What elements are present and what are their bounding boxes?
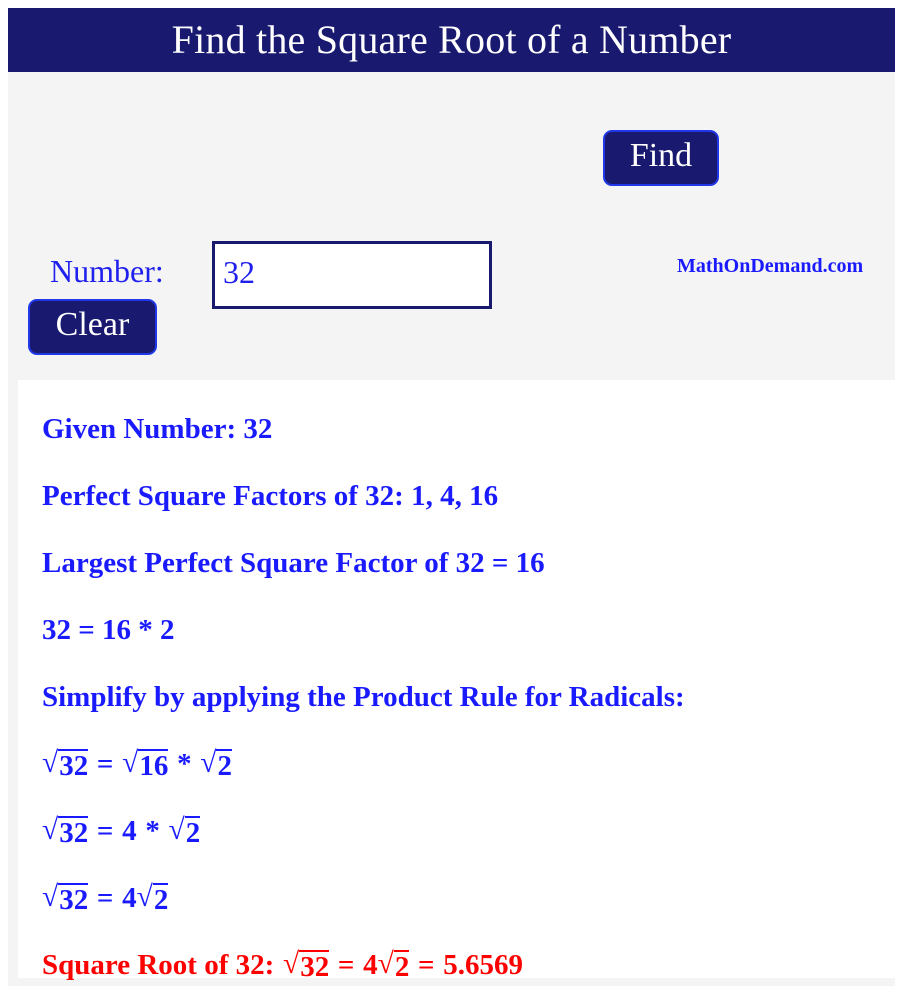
equals-sign: = — [96, 815, 114, 847]
radical-expression: √ 32 — [42, 814, 89, 849]
radicand: 2 — [393, 950, 410, 983]
page-title: Find the Square Root of a Number — [171, 17, 732, 62]
clear-button[interactable]: Clear — [28, 299, 157, 355]
find-button[interactable]: Find — [603, 130, 719, 186]
equals-sign: = — [418, 949, 435, 981]
input-form: Number: — [0, 118, 913, 309]
radical-expression: √ 32 — [42, 747, 89, 782]
result-simplify-note: Simplify by applying the Product Rule fo… — [42, 681, 685, 713]
result-perfect-square-factors: Perfect Square Factors of 32: 1, 4, 16 — [42, 480, 499, 512]
radicand: 32 — [299, 950, 330, 983]
equals-sign: = — [337, 949, 355, 981]
radical-sign-icon: √ — [42, 881, 59, 913]
radicand: 32 — [58, 749, 89, 782]
times-sign: * — [145, 815, 160, 847]
times-sign: * — [177, 748, 192, 780]
radical-sign-icon: √ — [42, 747, 59, 779]
radical-expression: √ 2 — [137, 882, 169, 915]
equals-sign: = — [96, 748, 114, 780]
radical-expression: √ 2 — [169, 815, 201, 848]
result-given-number: Given Number: 32 — [42, 413, 273, 445]
radicand: 2 — [184, 816, 201, 849]
radical-sign-icon: √ — [136, 881, 153, 913]
radicand: 32 — [58, 883, 89, 916]
radical-sign-icon: √ — [377, 948, 394, 980]
radicand: 32 — [58, 816, 89, 849]
radical-expression: √ 32 — [282, 948, 330, 983]
result-final-answer: Square Root of 32: √ 32 = 4 √ 2 = 5.6569 — [42, 932, 885, 999]
radical-sign-icon: √ — [42, 814, 59, 846]
number-label: Number: — [50, 253, 164, 289]
radical-expression: √ 32 — [42, 881, 89, 916]
result-equation-3: √ 32 = 4 √ 2 — [42, 865, 885, 932]
number-input[interactable] — [212, 241, 492, 309]
page-header: Find the Square Root of a Number — [8, 8, 895, 72]
coefficient: 4 — [122, 815, 137, 847]
radical-expression: √ 16 — [122, 747, 169, 782]
final-answer-prefix: Square Root of 32: — [42, 949, 275, 981]
equals-sign: = — [96, 882, 114, 914]
decimal-value: 5.6569 — [443, 949, 523, 981]
results-list: Given Number: 32 Perfect Square Factors … — [42, 396, 885, 999]
radical-sign-icon: √ — [122, 747, 139, 779]
radical-sign-icon: √ — [282, 948, 300, 980]
coefficient: 4 — [122, 882, 137, 914]
brand-label: MathOnDemand.com — [677, 255, 864, 277]
radicand: 2 — [216, 749, 232, 782]
radicand: 2 — [152, 883, 169, 916]
radical-sign-icon: √ — [168, 814, 185, 846]
result-equation-1: √ 32 = √ 16 * √ 2 — [42, 731, 885, 798]
result-factorization: 32 = 16 * 2 — [42, 614, 175, 646]
coefficient: 4 — [363, 949, 378, 981]
radical-expression: √ 2 — [378, 949, 410, 982]
radical-sign-icon: √ — [200, 747, 217, 779]
results-panel: Given Number: 32 Perfect Square Factors … — [18, 380, 895, 982]
radical-expression: √ 2 — [200, 748, 232, 781]
result-largest-factor: Largest Perfect Square Factor of 32 = 16 — [42, 547, 545, 579]
result-equation-2: √ 32 = 4 * √ 2 — [42, 798, 885, 865]
page-root: Find the Square Root of a Number Number:… — [0, 0, 913, 1008]
radicand: 16 — [138, 749, 169, 782]
